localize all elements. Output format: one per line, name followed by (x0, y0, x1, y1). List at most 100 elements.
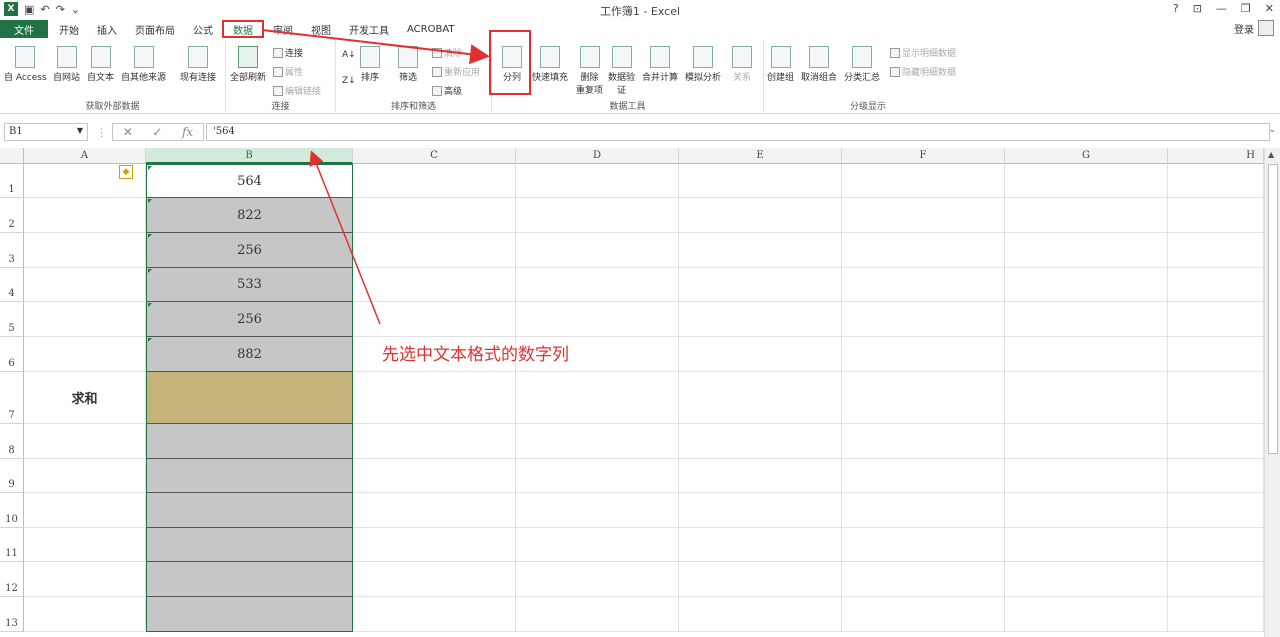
advanced-filter-button[interactable]: 高级 (432, 84, 462, 97)
clear-filter-button[interactable]: 清除 (432, 46, 462, 59)
close-button[interactable]: ✕ (1265, 2, 1274, 15)
cell-e5[interactable] (679, 302, 842, 337)
cell-b2[interactable]: 822 (146, 198, 353, 233)
tab-home[interactable]: 开始 (50, 20, 88, 38)
ungroup-button[interactable]: 取消组合 (801, 46, 837, 83)
cell-a3[interactable] (24, 233, 146, 268)
column-header-c[interactable]: C (353, 148, 516, 164)
cell-d1[interactable] (516, 164, 679, 198)
row-header-1[interactable]: 1 (0, 164, 24, 198)
tab-acrobat[interactable]: ACROBAT (398, 20, 464, 38)
row-header-10[interactable]: 10 (0, 493, 24, 528)
cell-b12[interactable] (146, 562, 353, 597)
cell-c10[interactable] (353, 493, 516, 528)
minimize-button[interactable]: — (1216, 2, 1227, 15)
cell-f5[interactable] (842, 302, 1005, 337)
cell-a2[interactable] (24, 198, 146, 233)
cell-h9[interactable] (1168, 459, 1264, 493)
cell-f3[interactable] (842, 233, 1005, 268)
cell-e8[interactable] (679, 424, 842, 459)
tab-page-layout[interactable]: 页面布局 (126, 20, 184, 38)
cell-a8[interactable] (24, 424, 146, 459)
existing-connections-button[interactable]: 现有连接 (180, 46, 216, 83)
cell-d13[interactable] (516, 597, 679, 632)
reapply-button[interactable]: 重新应用 (432, 65, 480, 78)
from-other-sources-button[interactable]: 自其他来源 (121, 46, 166, 83)
cell-c8[interactable] (353, 424, 516, 459)
cell-e1[interactable] (679, 164, 842, 198)
cell-b3[interactable]: 256 (146, 233, 353, 268)
cell-g6[interactable] (1005, 337, 1168, 372)
cell-d9[interactable] (516, 459, 679, 493)
expand-formula-bar-icon[interactable]: ⌄ (1268, 125, 1276, 135)
sort-desc-icon[interactable]: Z↓ (342, 76, 356, 86)
tab-insert[interactable]: 插入 (88, 20, 126, 38)
cell-a9[interactable] (24, 459, 146, 493)
cell-c5[interactable] (353, 302, 516, 337)
tab-view[interactable]: 视图 (302, 20, 340, 38)
cell-b10[interactable] (146, 493, 353, 528)
select-all-corner[interactable] (0, 148, 24, 164)
tab-data[interactable]: 数据 (222, 20, 264, 38)
cell-g13[interactable] (1005, 597, 1168, 632)
vertical-scrollbar[interactable]: ▲ (1264, 148, 1280, 637)
row-header-13[interactable]: 13 (0, 597, 24, 632)
cell-a11[interactable] (24, 528, 146, 562)
consolidate-button[interactable]: 合并计算 (642, 46, 678, 83)
cell-h5[interactable] (1168, 302, 1264, 337)
cell-g4[interactable] (1005, 268, 1168, 302)
cell-g2[interactable] (1005, 198, 1168, 233)
cell-e3[interactable] (679, 233, 842, 268)
cell-e13[interactable] (679, 597, 842, 632)
cell-f9[interactable] (842, 459, 1005, 493)
cell-a5[interactable] (24, 302, 146, 337)
cell-b8[interactable] (146, 424, 353, 459)
row-header-7[interactable]: 7 (0, 372, 24, 424)
refresh-all-button[interactable]: 全部刷新 (230, 46, 266, 83)
name-box[interactable]: B1 ▼ (4, 123, 88, 141)
cell-g7[interactable] (1005, 372, 1168, 424)
from-text-button[interactable]: 自文本 (87, 46, 114, 83)
row-header-12[interactable]: 12 (0, 562, 24, 597)
cell-a13[interactable] (24, 597, 146, 632)
cell-b11[interactable] (146, 528, 353, 562)
cell-h4[interactable] (1168, 268, 1264, 302)
cell-f6[interactable] (842, 337, 1005, 372)
cell-f1[interactable] (842, 164, 1005, 198)
login-link[interactable]: 登录 (1234, 21, 1254, 36)
cell-d12[interactable] (516, 562, 679, 597)
cell-d7[interactable] (516, 372, 679, 424)
cell-d8[interactable] (516, 424, 679, 459)
from-web-button[interactable]: 自网站 (53, 46, 80, 83)
cell-g5[interactable] (1005, 302, 1168, 337)
cell-h12[interactable] (1168, 562, 1264, 597)
cell-b6[interactable]: 882 (146, 337, 353, 372)
tab-file[interactable]: 文件 (0, 20, 48, 38)
cell-d10[interactable] (516, 493, 679, 528)
cell-c12[interactable] (353, 562, 516, 597)
hide-detail-button[interactable]: 隐藏明细数据 (890, 65, 956, 78)
cell-c3[interactable] (353, 233, 516, 268)
row-header-5[interactable]: 5 (0, 302, 24, 337)
cell-g10[interactable] (1005, 493, 1168, 528)
cell-g8[interactable] (1005, 424, 1168, 459)
cell-f4[interactable] (842, 268, 1005, 302)
what-if-analysis-button[interactable]: 模拟分析 (685, 46, 721, 83)
column-header-a[interactable]: A (24, 148, 146, 164)
data-validation-button[interactable]: 数据验 证 (608, 46, 635, 96)
filter-button[interactable]: 筛选 (398, 46, 418, 83)
cell-h7[interactable] (1168, 372, 1264, 424)
avatar[interactable] (1258, 20, 1274, 36)
cell-f8[interactable] (842, 424, 1005, 459)
cell-e4[interactable] (679, 268, 842, 302)
tab-review[interactable]: 审阅 (264, 20, 302, 38)
row-header-3[interactable]: 3 (0, 233, 24, 268)
cell-g3[interactable] (1005, 233, 1168, 268)
cell-a7[interactable]: 求和 (24, 372, 146, 424)
flash-fill-button[interactable]: 快速填充 (532, 46, 568, 83)
column-header-g[interactable]: G (1005, 148, 1168, 164)
chevron-down-icon[interactable]: ▼ (77, 126, 83, 135)
cell-e10[interactable] (679, 493, 842, 528)
connections-button[interactable]: 连接 (273, 46, 303, 59)
cell-c2[interactable] (353, 198, 516, 233)
